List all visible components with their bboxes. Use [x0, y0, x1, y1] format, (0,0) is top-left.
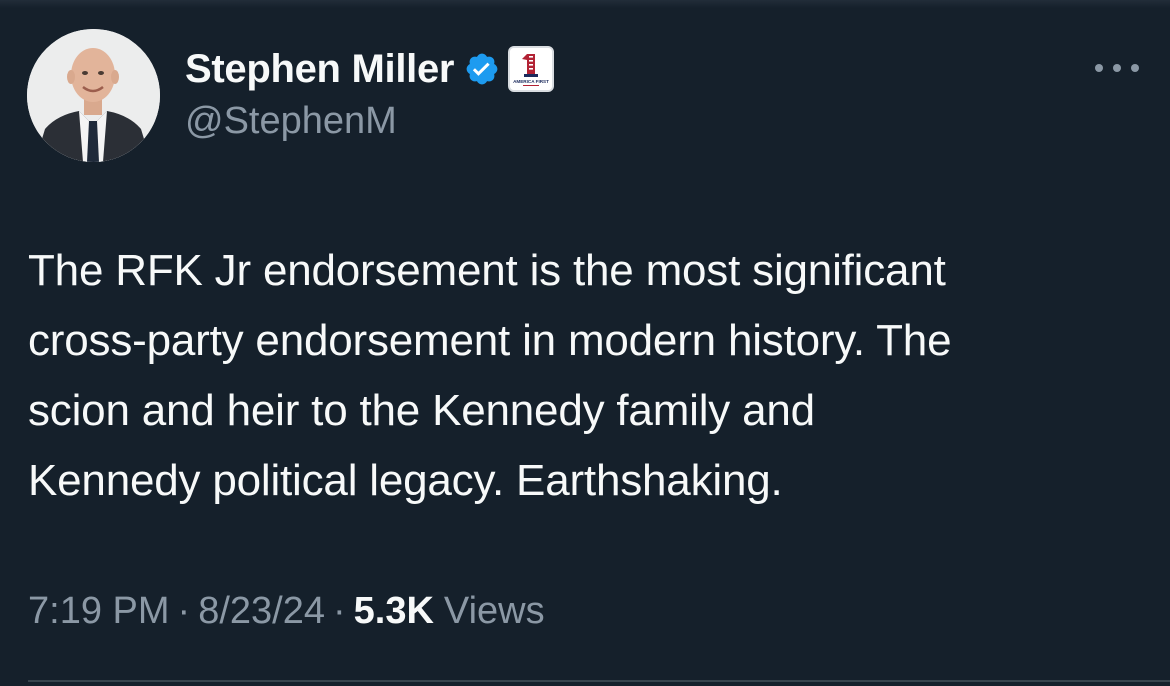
tweet: Stephen Miller AMERICA FIRST @StephenM T… [0, 0, 1170, 686]
more-options-icon[interactable] [1095, 56, 1139, 80]
dot [1095, 64, 1103, 72]
tweet-metadata: 7:19 PM · 8/23/24 · 5.3K Views [28, 590, 545, 633]
tweet-text-line: cross-party endorsement in modern histor… [28, 316, 952, 365]
tweet-text-line: Kennedy political legacy. Earthshaking. [28, 456, 783, 505]
separator: · [177, 590, 191, 632]
tweet-time[interactable]: 7:19 PM [28, 590, 170, 633]
tweet-text-line: The RFK Jr endorsement is the most signi… [28, 246, 946, 295]
america-first-legal-logo[interactable]: AMERICA FIRST [508, 46, 555, 92]
tweet-date[interactable]: 8/23/24 [198, 590, 325, 633]
profile-photo-icon [27, 29, 160, 162]
tweet-text-line: scion and heir to the Kennedy family and [28, 386, 815, 435]
views-count[interactable]: 5.3K [354, 590, 434, 633]
display-name[interactable]: Stephen Miller [185, 47, 454, 92]
tweet-text: The RFK Jr endorsement is the most signi… [28, 236, 1148, 516]
affiliate-badge-text: AMERICA FIRST [513, 79, 549, 84]
avatar[interactable] [27, 29, 160, 162]
verified-badge-icon[interactable] [464, 51, 500, 87]
separator: · [332, 590, 346, 632]
views-label: Views [443, 590, 545, 632]
divider [28, 680, 1170, 682]
dot [1113, 64, 1121, 72]
top-edge [0, 0, 1170, 8]
tweet-header: Stephen Miller AMERICA FIRST @StephenM [185, 44, 555, 154]
user-handle[interactable]: @StephenM [185, 100, 554, 143]
name-row: Stephen Miller AMERICA FIRST [185, 44, 555, 94]
dot [1131, 64, 1139, 72]
